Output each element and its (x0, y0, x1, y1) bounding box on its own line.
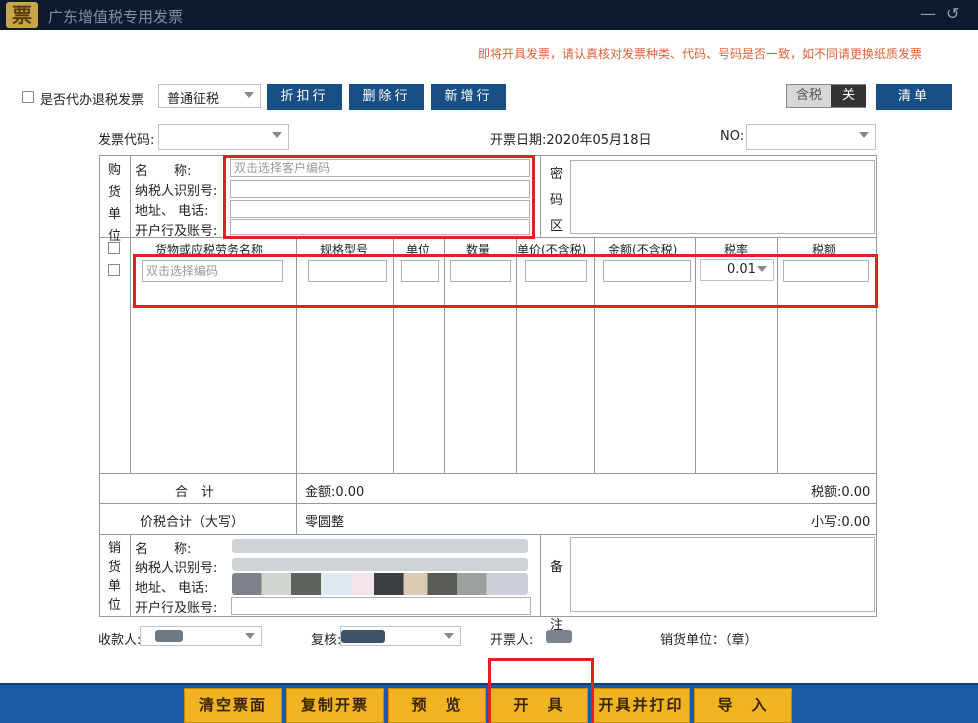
app-logo: 票 (6, 2, 38, 28)
preview-button[interactable]: 预 览 (388, 688, 486, 723)
highlight-box (133, 254, 878, 308)
redacted-field (232, 573, 528, 595)
seller-taxid-label: 纳税人识别号: (135, 561, 218, 576)
seller-bank-label: 开户行及账号: (135, 601, 218, 616)
divider (99, 534, 877, 535)
delete-row-button[interactable]: 删除行 (349, 84, 424, 110)
discount-row-button[interactable]: 折扣行 (267, 84, 342, 110)
agent-refund-checkbox[interactable] (22, 91, 34, 103)
seller-name-label: 名 称: (135, 542, 192, 557)
chevron-down-icon (245, 633, 255, 639)
seller-side-label: 销货单位 (108, 541, 122, 613)
sum-label: 合 计 (175, 485, 215, 500)
invoice-code-label: 发票代码: (98, 133, 155, 148)
buyer-address-label: 地址、 电话: (135, 204, 209, 219)
tax-inclusive-toggle[interactable]: 含税 关 (786, 84, 866, 108)
select-all-checkbox[interactable] (108, 242, 120, 254)
invoice-no-label: NO: (720, 129, 745, 144)
payee-label: 收款人: (98, 633, 142, 648)
sum-tax: 税额:0.00 (811, 485, 871, 500)
tax-toggle-state: 关 (831, 85, 866, 107)
tax-type-value: 普通征税 (167, 92, 220, 107)
import-button[interactable]: 导 入 (694, 688, 792, 723)
chevron-down-icon (444, 633, 454, 639)
divider (99, 473, 877, 474)
redacted-field (232, 539, 528, 553)
redacted-field (232, 558, 528, 571)
redacted-field (155, 630, 183, 642)
redacted-field (546, 630, 572, 643)
seller-address-label: 地址、 电话: (135, 581, 209, 596)
title-bar: 票 广东增值税专用发票 — ↺ (0, 0, 978, 30)
grand-total-small: 小写:0.00 (811, 515, 871, 530)
row-checkbox[interactable] (108, 264, 120, 276)
issue-print-button[interactable]: 开具并打印 (592, 688, 690, 723)
invoice-date: 开票日期:2020年05月18日 (490, 133, 652, 148)
buyer-bank-label: 开户行及账号: (135, 224, 218, 239)
divider (130, 155, 131, 473)
reviewer-label: 复核: (311, 633, 342, 648)
chevron-down-icon (244, 92, 254, 98)
add-row-button[interactable]: 新增行 (431, 84, 506, 110)
divider (540, 534, 541, 617)
agent-refund-label: 是否代办退税发票 (40, 93, 145, 108)
redacted-field (341, 630, 385, 643)
grand-total-words: 零圆整 (305, 515, 345, 530)
divider (130, 534, 131, 617)
seller-bank-input[interactable] (231, 597, 531, 615)
notice-bar: 即将开具发票，请认真核对发票种类、代码、号码是否一致，如不同请更换纸质发票 (0, 30, 978, 74)
seller-unit-label: 销货单位：（章） (660, 633, 758, 648)
list-button[interactable]: 清单 (876, 84, 952, 110)
grand-total-label: 价税合计（大写） (140, 515, 245, 530)
drawer-label: 开票人: (490, 633, 534, 648)
reviewer-select[interactable] (340, 626, 461, 646)
divider (99, 503, 877, 504)
minimize-icon[interactable]: — (920, 4, 936, 23)
invoice-no-select[interactable] (746, 124, 876, 150)
notice-text: 即将开具发票，请认真核对发票种类、代码、号码是否一致，如不同请更换纸质发票 (477, 47, 922, 61)
buyer-name-label: 名 称: (135, 164, 192, 179)
invoice-code-select[interactable] (158, 124, 289, 150)
back-icon[interactable]: ↺ (946, 4, 959, 23)
payee-select[interactable] (140, 626, 262, 646)
sum-amount: 金额:0.00 (305, 485, 365, 500)
remark-input[interactable] (570, 537, 875, 612)
chevron-down-icon (859, 132, 869, 138)
divider (540, 155, 541, 237)
window-title: 广东增值税专用发票 (48, 8, 184, 26)
clear-form-button[interactable]: 清空票面 (184, 688, 282, 723)
cipher-area-label: 密码区 (550, 167, 564, 234)
tax-type-select[interactable]: 普通征税 (158, 84, 261, 108)
buyer-taxid-label: 纳税人识别号: (135, 184, 218, 199)
buyer-side-label: 购货单位 (108, 163, 122, 244)
tax-inclusive-label: 含税 (787, 85, 831, 107)
highlight-box (488, 658, 594, 723)
highlight-box (223, 155, 535, 239)
chevron-down-icon (272, 132, 282, 138)
cipher-area (570, 160, 875, 234)
copy-invoice-button[interactable]: 复制开票 (286, 688, 384, 723)
